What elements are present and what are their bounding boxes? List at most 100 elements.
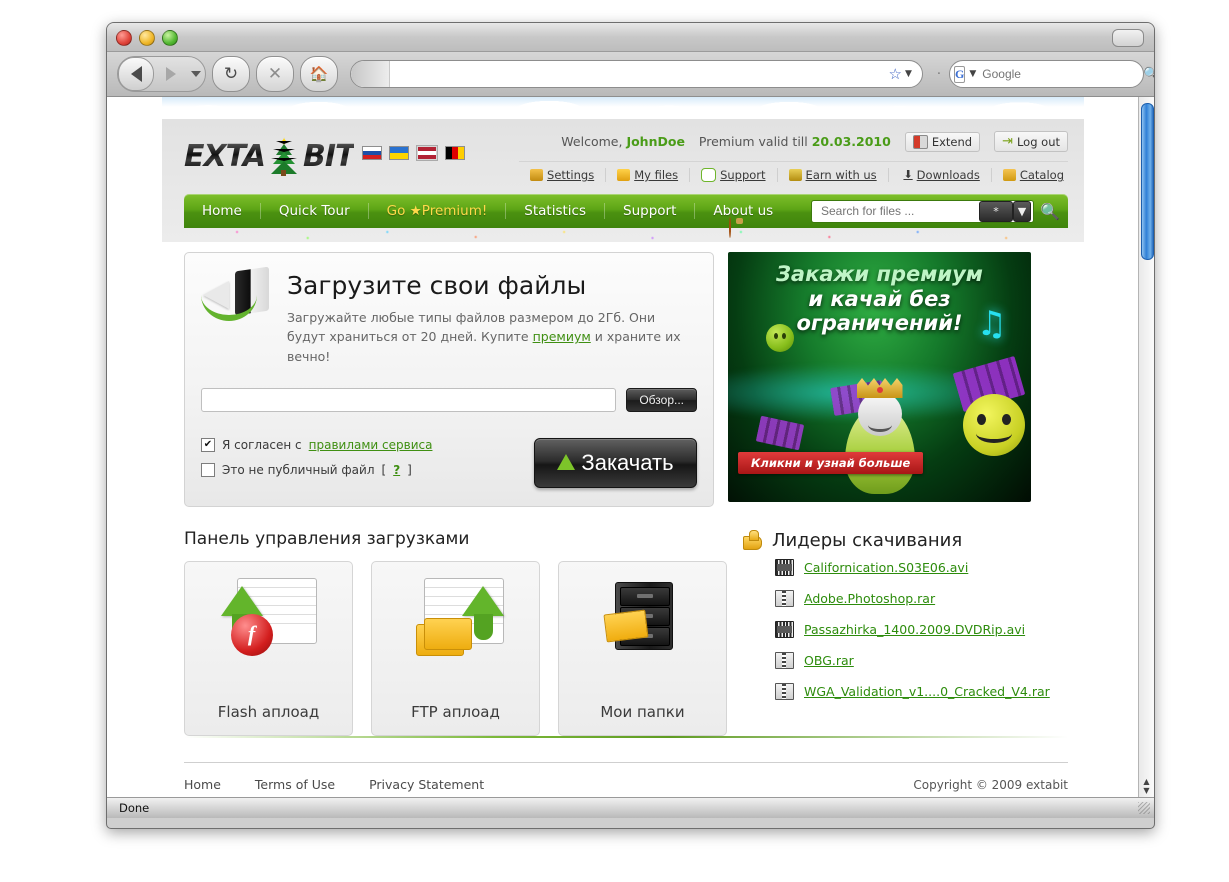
leader-file-link[interactable]: Adobe.Photoshop.rar: [804, 591, 935, 606]
browse-button[interactable]: Обзор...: [626, 388, 697, 413]
leader-file-link[interactable]: Passazhirka_1400.2009.DVDRip.avi: [804, 622, 1025, 637]
site-logo[interactable]: EXTA ✦ BIT: [184, 127, 355, 176]
address-bar[interactable]: ☆ ▼: [350, 60, 923, 88]
agree-terms-checkbox[interactable]: ✔: [201, 438, 215, 453]
private-help-link[interactable]: ?: [393, 463, 400, 477]
sublink-my-files[interactable]: My files: [606, 168, 691, 182]
site-search-field[interactable]: * ▼: [811, 199, 1034, 223]
card-my-folders[interactable]: Мои папки: [558, 561, 727, 737]
forward-button[interactable]: [154, 58, 188, 90]
flag-german[interactable]: [445, 146, 466, 160]
private-file-option[interactable]: Это не публичный файл [?]: [201, 463, 534, 478]
agree-terms-label: Я согласен с: [222, 438, 302, 453]
search-magnifier-icon[interactable]: 🔍: [1143, 67, 1154, 82]
search-filter-chevron-icon[interactable]: ▼: [1013, 200, 1031, 222]
leaders-file-list: Californication.S03E06.avi Adobe.Photosh…: [741, 559, 1068, 701]
close-button[interactable]: [116, 30, 132, 46]
account-summary: Welcome, JohnDoe Premium valid till 20.0…: [519, 131, 1068, 152]
private-file-label: Это не публичный файл: [222, 463, 375, 478]
back-button[interactable]: [118, 57, 154, 91]
private-file-checkbox[interactable]: [201, 463, 215, 478]
reload-button[interactable]: ↻: [212, 56, 250, 92]
list-item[interactable]: Californication.S03E06.avi: [775, 559, 1068, 577]
star-icon[interactable]: ☆: [888, 65, 901, 83]
nav-item-support[interactable]: Support: [605, 203, 696, 219]
file-path-input[interactable]: [201, 388, 617, 413]
star-folder-icon: [617, 169, 631, 181]
stop-button[interactable]: ✕: [256, 56, 294, 92]
logout-button[interactable]: ⇥ Log out: [994, 131, 1068, 152]
back-arrow-icon: [130, 66, 142, 82]
site-search-input[interactable]: [819, 203, 979, 219]
thumbs-up-icon: [741, 529, 763, 551]
list-item[interactable]: Passazhirka_1400.2009.DVDRip.avi: [775, 621, 1068, 639]
nav-item-home[interactable]: Home: [184, 203, 261, 219]
leader-file-link[interactable]: WGA_Validation_v1....0_Cracked_V4.rar: [804, 684, 1050, 699]
sublink-catalog[interactable]: Catalog: [992, 168, 1068, 182]
christmas-tree-icon: ✦: [270, 135, 298, 176]
upload-submit-button[interactable]: Закачать: [534, 438, 697, 489]
welcome-label: Welcome,: [561, 134, 623, 149]
toolbar-toggle-button[interactable]: [1112, 29, 1144, 47]
scrollbar-thumb[interactable]: [1141, 103, 1154, 260]
list-item[interactable]: OBG.rar: [775, 652, 1068, 670]
nav-item-go-premium[interactable]: Go ★Premium!: [369, 203, 507, 219]
browser-search-bar[interactable]: G ▼ 🔍: [949, 60, 1154, 88]
footer-link-privacy[interactable]: Privacy Statement: [369, 777, 484, 792]
back-forward-group: [117, 56, 206, 92]
maximize-button[interactable]: [162, 30, 178, 46]
card-ftp-upload[interactable]: FTP аплоад: [371, 561, 540, 737]
logout-label: Log out: [1016, 134, 1060, 149]
agree-terms-option[interactable]: ✔ Я согласен с правилами сервиса: [201, 438, 534, 453]
terms-link[interactable]: правилами сервиса: [309, 438, 433, 452]
nav-item-about-us[interactable]: About us: [695, 203, 791, 219]
chevron-down-icon[interactable]: ▼: [905, 69, 912, 79]
premium-link[interactable]: премиум: [533, 329, 591, 344]
sublink-settings[interactable]: Settings: [519, 168, 607, 182]
favicon-area: [351, 61, 390, 87]
flag-ukrainian[interactable]: [389, 146, 410, 160]
browser-search-input[interactable]: [980, 66, 1140, 82]
copyright-text: Copyright © 2009 extabit: [913, 777, 1068, 792]
browser-content: EXTA ✦ BIT Welcome, JohnDoe Premium vali…: [107, 97, 1154, 797]
close-x-icon: ✕: [267, 64, 283, 84]
sublink-earn-label: Earn with us: [805, 168, 877, 182]
list-item[interactable]: WGA_Validation_v1....0_Cracked_V4.rar: [775, 683, 1068, 701]
banner-cta-button[interactable]: Кликни и узнай больше: [738, 452, 924, 474]
page-scrollbar[interactable]: ▲ ▼: [1138, 97, 1154, 797]
sublink-downloads[interactable]: ⬇ Downloads: [889, 168, 992, 182]
leader-file-link[interactable]: OBG.rar: [804, 653, 854, 668]
scrollbar-arrows[interactable]: ▲ ▼: [1139, 777, 1154, 795]
bookmark-group[interactable]: ☆ ▼: [888, 65, 921, 83]
premium-date: 20.03.2010: [811, 134, 891, 149]
welcome-text: Welcome, JohnDoe: [561, 134, 685, 149]
minimize-button[interactable]: [139, 30, 155, 46]
history-dropdown-icon[interactable]: [191, 71, 201, 77]
site-search-submit-icon[interactable]: 🔍: [1039, 200, 1061, 222]
home-button[interactable]: 🏠: [300, 56, 338, 92]
url-input[interactable]: [390, 67, 889, 81]
footer-link-terms[interactable]: Terms of Use: [255, 777, 335, 792]
sublink-support[interactable]: Support: [690, 168, 778, 182]
sublink-earn-with-us[interactable]: Earn with us: [778, 168, 889, 182]
sublink-settings-label: Settings: [547, 168, 595, 182]
resize-grip[interactable]: [1138, 802, 1150, 814]
nav-item-statistics[interactable]: Statistics: [506, 203, 605, 219]
folder-icon: [1002, 169, 1016, 181]
card-flash-upload[interactable]: f Flash аплоад: [184, 561, 353, 737]
premium-status: Premium valid till 20.03.2010: [699, 134, 891, 149]
flag-english-selected[interactable]: [416, 145, 439, 161]
logo-text-right: BIT: [302, 138, 355, 174]
premium-banner[interactable]: Закажи премиум и качай без ограничений! …: [728, 252, 1031, 502]
banner-line1: Закажи премиум: [776, 262, 983, 286]
nav-item-quick-tour[interactable]: Quick Tour: [261, 203, 369, 219]
leader-file-link[interactable]: Californication.S03E06.avi: [804, 560, 968, 575]
search-filter-button[interactable]: *: [979, 200, 1013, 222]
extend-button[interactable]: Extend: [904, 131, 981, 152]
upload-server-icon: [201, 266, 273, 327]
footer-link-home[interactable]: Home: [184, 777, 221, 792]
flag-russian[interactable]: [362, 146, 383, 160]
search-engine-chevron-icon[interactable]: ▼: [969, 69, 976, 79]
list-item[interactable]: Adobe.Photoshop.rar: [775, 590, 1068, 608]
footer-divider: [184, 736, 1068, 739]
